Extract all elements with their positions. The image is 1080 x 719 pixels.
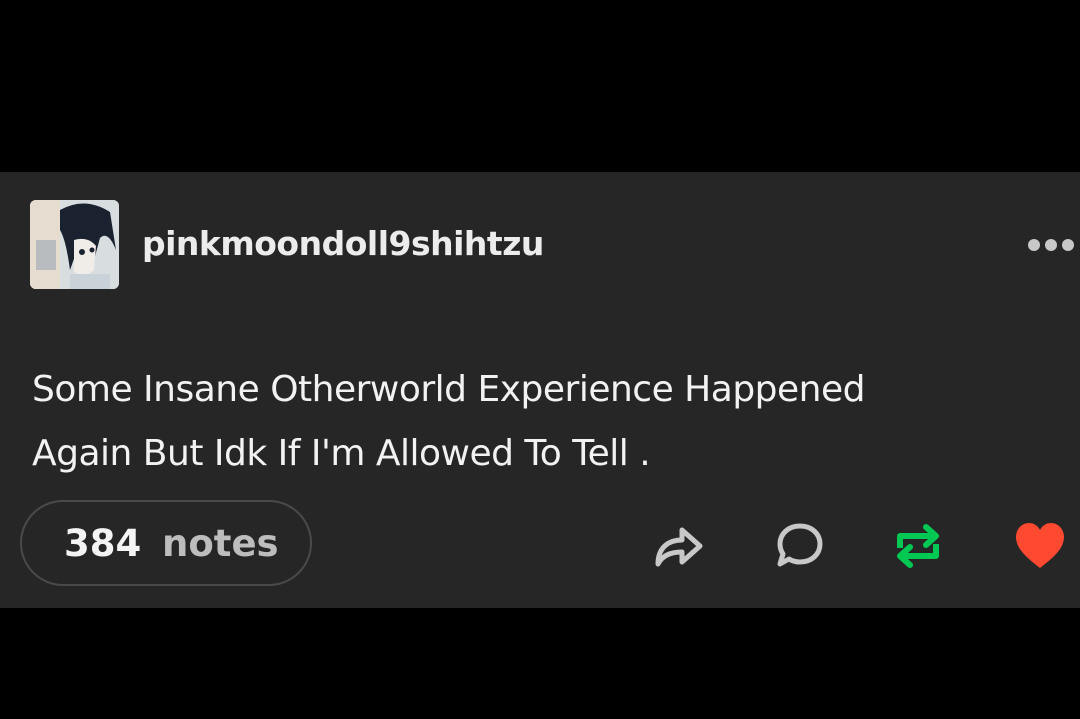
avatar-image [30, 200, 119, 289]
share-button[interactable] [650, 518, 706, 574]
reply-bubble-icon [777, 523, 823, 567]
reblog-button[interactable] [890, 518, 946, 574]
top-black-band [0, 0, 1080, 172]
reblog-icon [897, 524, 939, 568]
more-dots-icon [1028, 239, 1074, 251]
notes-label: notes [162, 522, 279, 565]
reply-button[interactable] [772, 518, 828, 574]
post-card: pinkmoondoll9shihtzu Some Insane Otherwo… [0, 172, 1080, 608]
post-username[interactable]: pinkmoondoll9shihtzu [142, 224, 544, 264]
heart-icon [1016, 523, 1064, 568]
bottom-black-band [0, 608, 1080, 719]
notes-count: 384 [64, 522, 142, 565]
avatar[interactable] [30, 200, 119, 289]
post-body-text: Some Insane Otherworld Experience Happen… [32, 369, 865, 474]
share-arrow-icon [655, 527, 703, 567]
notes-button[interactable]: 384 notes [20, 500, 312, 586]
like-button[interactable] [1012, 518, 1068, 574]
more-options-button[interactable] [1022, 230, 1080, 260]
